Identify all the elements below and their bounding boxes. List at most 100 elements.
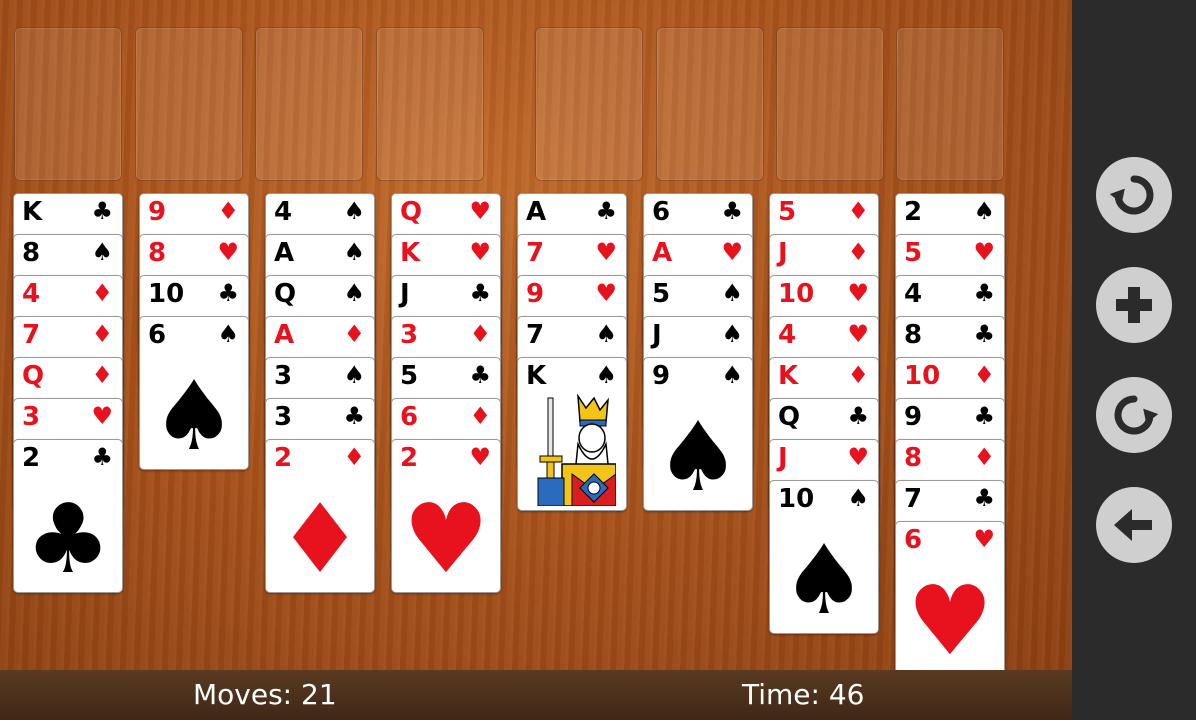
card-rank: A (652, 238, 673, 268)
card-rank: 2 (22, 443, 41, 473)
card-2-of-diamonds[interactable]: 2 ♦ ♦ (265, 439, 375, 593)
club-icon: ♣ (973, 279, 995, 307)
card-rank: 8 (22, 238, 41, 268)
card-rank: A (274, 320, 295, 350)
spade-icon: ♠ (721, 279, 743, 307)
club-icon: ♣ (343, 402, 365, 430)
free-cell-2[interactable] (135, 27, 243, 181)
club-icon: ♣ (973, 402, 995, 430)
new-game-button[interactable] (1096, 267, 1172, 343)
heart-icon: ♥ (91, 402, 113, 430)
card-rank: J (778, 443, 788, 473)
timer: Time: 46 (742, 678, 865, 711)
spade-icon: ♠ (847, 484, 869, 512)
card-rank: 8 (904, 320, 923, 350)
status-bar (0, 670, 1072, 720)
card-rank: 2 (274, 443, 293, 473)
card-rank: 10 (148, 279, 185, 309)
spade-icon: ♠ (721, 361, 743, 389)
card-rank: 5 (778, 197, 797, 227)
card-6-of-spades[interactable]: 6 ♠ ♠ (139, 316, 249, 470)
club-icon: ♣ (973, 320, 995, 348)
card-rank: Q (400, 197, 423, 227)
foundation-1[interactable] (535, 27, 643, 181)
card-rank: 7 (526, 238, 545, 268)
card-rank: J (778, 238, 788, 268)
card-rank: 4 (274, 197, 293, 227)
back-button[interactable] (1096, 487, 1172, 563)
free-cell-1[interactable] (14, 27, 122, 181)
heart-icon: ♥ (973, 238, 995, 266)
card-k-of-spades[interactable]: K ♠ (517, 357, 627, 511)
diamond-pip-icon: ♦ (276, 483, 364, 593)
card-rank: 3 (274, 402, 293, 432)
diamond-icon: ♦ (469, 320, 491, 348)
card-rank: 10 (778, 279, 815, 309)
diamond-icon: ♦ (973, 443, 995, 471)
card-rank: 8 (904, 443, 923, 473)
card-rank: 9 (652, 361, 671, 391)
heart-icon: ♥ (469, 443, 491, 471)
foundation-4[interactable] (896, 27, 1004, 181)
spade-icon: ♠ (343, 197, 365, 225)
club-icon: ♣ (469, 361, 491, 389)
free-cell-4[interactable] (376, 27, 484, 181)
card-rank: 6 (400, 402, 419, 432)
heart-pip-icon: ♥ (906, 565, 994, 675)
card-rank: K (526, 361, 547, 391)
diamond-icon: ♦ (343, 443, 365, 471)
spade-icon: ♠ (91, 238, 113, 266)
game-table: K ♣ 8 ♠ 4 ♦ 7 ♦ Q ♦ 3 ♥ 2 ♣ ♣ 9 ♦ 8 ♥ 10 ♣ 6 ♠ ♠ 4 ♠ A ♠ Q ♠ A ♦ 3 ♠ 3 ♣ 2 ♦ ♦… (0, 0, 1072, 675)
foundation-3[interactable] (776, 27, 884, 181)
card-rank: Q (778, 402, 801, 432)
diamond-icon: ♦ (343, 320, 365, 348)
spade-pip-icon: ♠ (150, 360, 238, 470)
diamond-icon: ♦ (847, 238, 869, 266)
diamond-icon: ♦ (91, 279, 113, 307)
club-icon: ♣ (91, 197, 113, 225)
diamond-icon: ♦ (973, 361, 995, 389)
card-10-of-spades[interactable]: 10 ♠ ♠ (769, 480, 879, 634)
diamond-icon: ♦ (91, 320, 113, 348)
card-rank: 5 (904, 238, 923, 268)
club-icon: ♣ (721, 197, 743, 225)
club-icon: ♣ (469, 279, 491, 307)
spade-icon: ♠ (595, 320, 617, 348)
card-2-of-hearts[interactable]: 2 ♥ ♥ (391, 439, 501, 593)
card-rank: A (274, 238, 295, 268)
card-rank: 3 (274, 361, 293, 391)
diamond-icon: ♦ (91, 361, 113, 389)
undo-button[interactable] (1096, 157, 1172, 233)
card-rank: 6 (904, 525, 923, 555)
plus-icon (1116, 287, 1152, 323)
spade-pip-icon: ♠ (780, 524, 868, 634)
card-rank: 6 (148, 320, 167, 350)
card-rank: 3 (22, 402, 41, 432)
card-rank: J (652, 320, 662, 350)
diamond-icon: ♦ (847, 361, 869, 389)
heart-icon: ♥ (469, 197, 491, 225)
free-cell-3[interactable] (255, 27, 363, 181)
card-2-of-clubs[interactable]: 2 ♣ ♣ (13, 439, 123, 593)
card-rank: 9 (148, 197, 167, 227)
back-arrow-icon (1114, 509, 1152, 541)
foundation-2[interactable] (656, 27, 764, 181)
card-rank: Q (22, 361, 45, 391)
card-rank: 5 (652, 279, 671, 309)
moves-counter: Moves: 21 (193, 678, 337, 711)
card-9-of-spades[interactable]: 9 ♠ ♠ (643, 357, 753, 511)
sidebar (1072, 0, 1196, 720)
heart-icon: ♥ (721, 238, 743, 266)
club-icon: ♣ (973, 484, 995, 512)
heart-icon: ♥ (595, 279, 617, 307)
card-rank: 3 (400, 320, 419, 350)
club-pip-icon: ♣ (24, 483, 112, 593)
card-rank: 9 (526, 279, 545, 309)
card-6-of-hearts[interactable]: 6 ♥ ♥ (895, 521, 1005, 675)
spade-icon: ♠ (217, 320, 239, 348)
redo-button[interactable] (1096, 377, 1172, 453)
club-icon: ♣ (595, 197, 617, 225)
card-rank: 9 (904, 402, 923, 432)
card-rank: J (400, 279, 410, 309)
card-rank: K (778, 361, 799, 391)
